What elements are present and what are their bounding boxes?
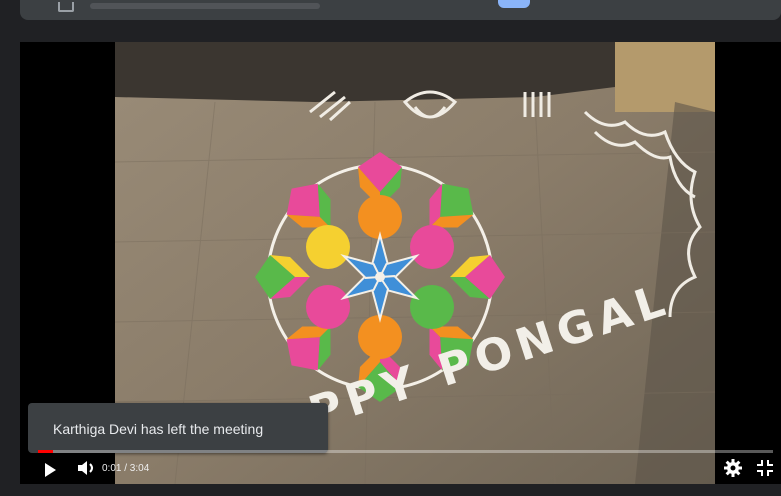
notification-toast: Karthiga Devi has left the meeting <box>28 403 328 453</box>
toast-message: Karthiga Devi has left the meeting <box>53 421 264 437</box>
gear-icon[interactable] <box>723 458 743 478</box>
toolbar-strip <box>20 0 781 20</box>
exit-fullscreen-icon[interactable] <box>756 459 774 477</box>
toolbar-label <box>90 3 320 9</box>
time-display: 0:01 / 3:04 <box>102 463 150 474</box>
progress-bar[interactable] <box>38 450 773 453</box>
meeting-toolbar <box>0 0 781 42</box>
progress-bar-fill <box>38 450 53 453</box>
player-controls: 0:01 / 3:04 <box>20 455 781 484</box>
toggle-switch[interactable] <box>498 0 530 8</box>
volume-icon[interactable] <box>77 460 97 476</box>
present-screen-icon[interactable] <box>58 2 74 12</box>
video-player[interactable]: HAPPY PONGAL Karthiga Devi has left the … <box>20 42 781 484</box>
play-icon[interactable] <box>45 463 56 477</box>
